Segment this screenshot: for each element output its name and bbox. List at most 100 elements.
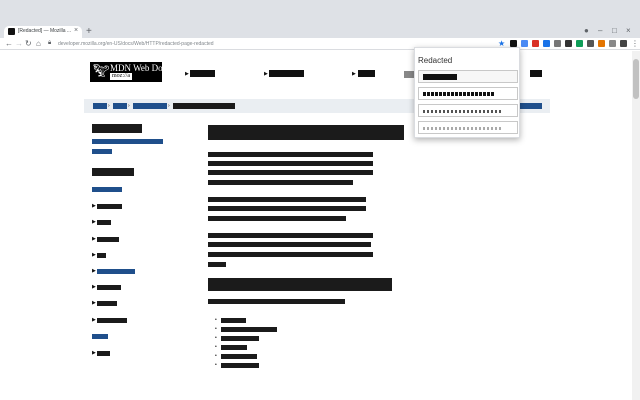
favicon-icon <box>8 28 15 35</box>
extension-icon[interactable] <box>521 40 528 47</box>
topnav-item[interactable] <box>269 70 304 77</box>
maximize-button[interactable]: □ <box>612 27 617 35</box>
list-item <box>221 354 257 359</box>
triangle-right-icon: ▶ <box>92 350 96 356</box>
dino-icon: 🦖︎ <box>93 63 110 78</box>
forward-button[interactable]: → <box>15 39 23 48</box>
article-text-line <box>208 262 226 267</box>
sidebar-link[interactable] <box>92 139 163 144</box>
popup-option[interactable] <box>418 121 518 134</box>
article-text-line <box>208 180 353 185</box>
scrollbar[interactable] <box>632 51 640 400</box>
breadcrumb-current <box>173 103 235 109</box>
logo-text: MDN Web Docs <box>110 63 171 73</box>
sidebar-item[interactable] <box>97 301 117 306</box>
triangle-right-icon: ▶ <box>92 252 96 258</box>
list-item <box>221 345 247 350</box>
topnav-item[interactable] <box>190 70 215 77</box>
sidebar-item[interactable] <box>97 220 111 225</box>
sidebar-link[interactable] <box>92 334 108 339</box>
extension-redact-icon[interactable] <box>510 40 517 47</box>
popup-option[interactable] <box>418 70 518 83</box>
breadcrumb-link[interactable] <box>93 103 107 109</box>
profile-avatar-icon[interactable] <box>620 40 627 47</box>
search-button[interactable] <box>404 71 414 78</box>
scroll-thumb[interactable] <box>633 59 639 99</box>
browser-titlebar <box>0 0 640 38</box>
option-redacted-text <box>423 74 457 80</box>
home-button[interactable]: ⌂ <box>36 39 41 48</box>
sidebar-link[interactable] <box>92 149 112 154</box>
chevron-right-icon: › <box>168 103 170 109</box>
sidebar-heading <box>92 124 142 133</box>
article-text-line <box>208 216 346 221</box>
option-strikethrough-text <box>423 110 501 113</box>
breadcrumb-link[interactable] <box>113 103 127 109</box>
sidebar-item[interactable] <box>97 351 110 356</box>
bullet-dot-icon: • <box>215 353 217 359</box>
triangle-right-icon: ▶ <box>352 71 356 77</box>
option-scrambled-text <box>423 92 495 96</box>
mdn-logo[interactable]: 🦖︎ MDN Web Docs moz://a <box>90 62 170 82</box>
back-button[interactable]: ← <box>5 39 13 48</box>
extension-icon[interactable] <box>543 40 550 47</box>
sidebar-item[interactable] <box>97 237 119 242</box>
extension-mail-icon[interactable] <box>532 40 539 47</box>
browser-toolbar: ← → ↻ ⌂ 🔒︎ developer.mozilla.org/en-US/d… <box>0 38 640 50</box>
list-item <box>221 363 259 368</box>
reload-button[interactable]: ↻ <box>25 39 32 48</box>
extension-icon[interactable] <box>554 40 561 47</box>
new-tab-button[interactable]: + <box>86 27 92 37</box>
close-window-button[interactable]: × <box>626 27 631 35</box>
triangle-right-icon: ▶ <box>92 300 96 306</box>
triangle-right-icon: ▶ <box>92 268 96 274</box>
address-bar[interactable]: developer.mozilla.org/en-US/docs/Web/HTT… <box>58 40 268 48</box>
lock-icon: 🔒︎ <box>48 40 52 46</box>
article-text-line <box>208 252 373 257</box>
sidebar-item[interactable] <box>97 253 106 258</box>
topnav-item[interactable] <box>530 70 542 77</box>
bullet-dot-icon: • <box>215 362 217 368</box>
article-text-line <box>208 233 373 238</box>
bullet-dot-icon: • <box>215 326 217 332</box>
popup-option[interactable] <box>418 87 518 100</box>
tab-title: [Redacted] — Mozilla ... <box>18 28 72 34</box>
sidebar-item[interactable] <box>97 318 127 323</box>
triangle-right-icon: ▶ <box>92 317 96 323</box>
article-text-line <box>208 152 373 157</box>
triangle-right-icon: ▶ <box>185 71 189 77</box>
chevron-right-icon: › <box>128 103 130 109</box>
extension-icon[interactable] <box>565 40 572 47</box>
profile-icon[interactable]: ● <box>584 27 589 35</box>
sidebar-link[interactable] <box>92 187 122 192</box>
sidebar-item-active[interactable] <box>97 269 135 274</box>
breadcrumb-link[interactable] <box>520 103 542 109</box>
extension-icon[interactable] <box>609 40 616 47</box>
minimize-button[interactable]: – <box>598 27 602 35</box>
menu-icon[interactable]: ⋮ <box>631 39 639 48</box>
sidebar-item[interactable] <box>97 285 121 290</box>
sidebar-item[interactable] <box>97 204 122 209</box>
extension-icon[interactable] <box>598 40 605 47</box>
popup-title: Redacted <box>418 56 453 65</box>
breadcrumb-link[interactable] <box>133 103 167 109</box>
article-text-line <box>208 299 345 304</box>
tab-close-icon[interactable]: × <box>74 27 78 35</box>
browser-tab[interactable]: [Redacted] — Mozilla ... × <box>4 26 82 38</box>
bullet-dot-icon: • <box>215 344 217 350</box>
article-text-line <box>208 197 366 202</box>
popup-option[interactable] <box>418 104 518 117</box>
chevron-right-icon: › <box>108 103 110 109</box>
article-text-line <box>208 242 371 247</box>
option-faint-text <box>423 127 501 130</box>
article-text-line <box>208 161 373 166</box>
topnav-item[interactable] <box>358 70 375 77</box>
triangle-right-icon: ▶ <box>92 203 96 209</box>
article-text-line <box>208 206 366 211</box>
article-text-line <box>208 170 373 175</box>
extension-icon[interactable] <box>576 40 583 47</box>
triangle-right-icon: ▶ <box>264 71 268 77</box>
triangle-right-icon: ▶ <box>92 219 96 225</box>
extension-icon[interactable] <box>587 40 594 47</box>
sidebar-section-heading <box>92 168 134 176</box>
